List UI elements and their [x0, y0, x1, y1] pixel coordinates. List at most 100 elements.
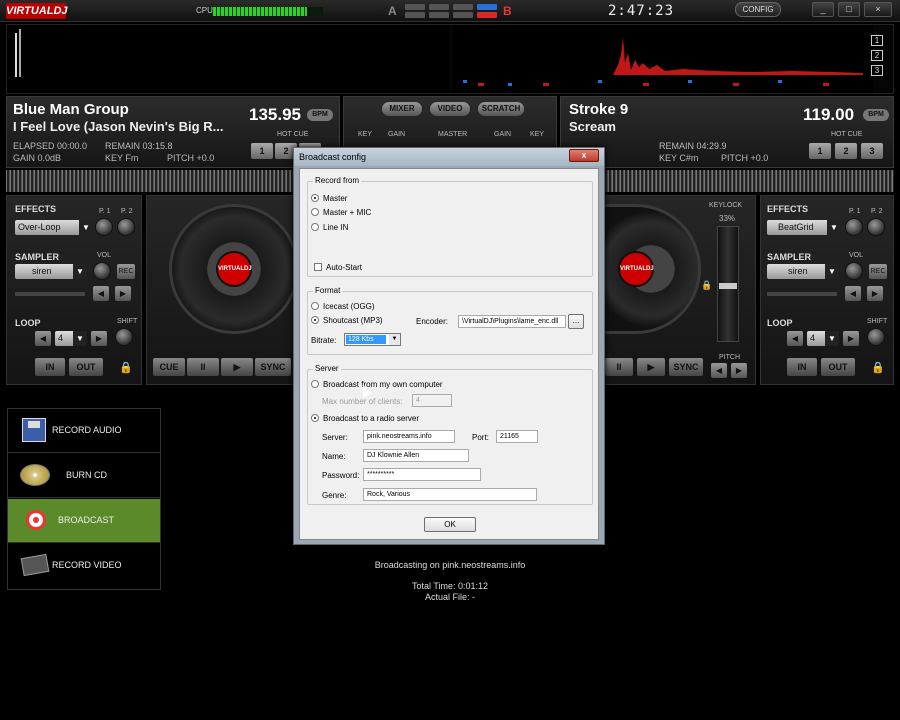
deck-left-loop-out-button[interactable]: OUT [69, 358, 103, 376]
deck-right-sampler-prev[interactable]: ◀ [845, 286, 861, 301]
password-label: Password: [322, 471, 360, 480]
deck-left-hotcue-1[interactable]: 1 [251, 143, 273, 159]
deck-right-sampler-slider[interactable] [767, 292, 837, 296]
menu-burn-cd[interactable]: BURN CD [8, 454, 160, 498]
deck-right-pitch-up[interactable]: ▶ [731, 363, 747, 378]
cpu-label: CPU [196, 6, 213, 15]
deck-right-effect-select[interactable]: BeatGrid ▼ [767, 220, 841, 235]
deck-left-sampler-slider[interactable] [15, 292, 85, 296]
deck-left-loop-prev[interactable]: ◀ [35, 331, 51, 346]
record-from-line-in[interactable]: Line IN [311, 223, 348, 232]
menu-record-video[interactable]: RECORD VIDEO [8, 544, 160, 588]
deck-right-rec-button[interactable]: REC [869, 264, 887, 279]
deck-left-p1-knob[interactable] [95, 218, 113, 236]
deck-right-sampler-select[interactable]: siren ▼ [767, 264, 839, 279]
deck-right-pitch-slider[interactable] [717, 226, 739, 342]
record-from-master[interactable]: Master [311, 194, 347, 203]
deck-left-play-button[interactable]: ▶ [221, 358, 253, 376]
dialog-close-button[interactable]: x [569, 149, 599, 162]
wave-number-1[interactable]: 1 [871, 35, 883, 46]
app-logo: VIRTUALDJ [6, 3, 68, 19]
deck-left-shift-knob[interactable] [115, 328, 133, 346]
waveform-right[interactable] [453, 25, 873, 93]
cpu-meter [213, 7, 323, 16]
broadcast-own-computer-radio[interactable]: Broadcast from my own computer [311, 380, 443, 389]
minimize-button[interactable]: _ [812, 2, 834, 17]
deck-left-cue-button[interactable]: CUE [153, 358, 185, 376]
encoder-browse-button[interactable]: ... [568, 314, 584, 329]
deck-right-loop-out-button[interactable]: OUT [821, 358, 855, 376]
encoder-field[interactable]: \VirtualDJ\Plugins\lame_enc.dll [458, 315, 566, 328]
lock-icon[interactable]: 🔒 [871, 361, 885, 374]
deck-right-loop-prev[interactable]: ◀ [787, 331, 803, 346]
name-field[interactable]: DJ Klownie Allen [363, 449, 469, 462]
deck-left-remain: REMAIN 03:15.8 [105, 141, 173, 151]
deck-left-effect-select[interactable]: Over-Loop ▼ [15, 220, 93, 235]
deck-right-hotcue-3[interactable]: 3 [861, 143, 883, 159]
config-button[interactable]: CONFIG [735, 2, 781, 17]
tab-mixer[interactable]: MIXER [382, 102, 422, 116]
deck-left-platter[interactable]: VIRTUALDJ [169, 204, 299, 334]
deck-right-loop-next[interactable]: ▶ [843, 331, 859, 346]
deck-right-pause-button[interactable]: II [605, 358, 633, 376]
menu-record-video-label: RECORD VIDEO [52, 560, 122, 570]
deck-left-sync-button[interactable]: SYNC [255, 358, 291, 376]
close-button[interactable]: × [864, 2, 892, 17]
deck-right-turntable-area: VIRTUALDJ KEYLOCK 33% 🔒 PITCH II ▶ SYNC … [601, 195, 756, 385]
deck-right-sampler-next[interactable]: ▶ [867, 286, 883, 301]
actual-file: Actual File: - [424, 592, 475, 602]
menu-broadcast[interactable]: BROADCAST [8, 499, 160, 543]
waveform-strip-right[interactable] [600, 170, 894, 192]
format-icecast[interactable]: Icecast (OGG) [311, 302, 375, 311]
bitrate-select[interactable]: 128 Kbs ▼ [344, 333, 401, 346]
dialog-title: Broadcast config [294, 148, 604, 166]
deck-left-loop-in-button[interactable]: IN [35, 358, 65, 376]
deck-right-loop-select[interactable]: 4 ▼ [807, 331, 839, 346]
lock-icon[interactable]: 🔒 [701, 280, 712, 291]
port-field[interactable]: 21165 [496, 430, 538, 443]
password-field[interactable]: ********** [363, 468, 481, 481]
lock-icon[interactable]: 🔒 [119, 361, 133, 374]
deck-right-bpm-tag[interactable]: BPM [863, 109, 889, 121]
tab-scratch[interactable]: SCRATCH [478, 102, 524, 116]
waveform-overview: 1 2 3 [6, 24, 894, 94]
wave-number-2[interactable]: 2 [871, 50, 883, 61]
broadcast-radio-server-radio[interactable]: Broadcast to a radio server [311, 414, 419, 423]
maximize-button[interactable]: □ [838, 2, 860, 17]
deck-left-vol-knob[interactable] [93, 262, 111, 280]
deck-right-hotcue-2[interactable]: 2 [835, 143, 857, 159]
deck-left-loop-next[interactable]: ▶ [91, 331, 107, 346]
wave-number-3[interactable]: 3 [871, 65, 883, 76]
deck-right-hotcue-1[interactable]: 1 [809, 143, 831, 159]
deck-left-info: Blue Man Group I Feel Love (Jason Nevin'… [6, 96, 340, 168]
deck-right-loop-in-button[interactable]: IN [787, 358, 817, 376]
deck-right-p2-knob[interactable] [867, 218, 885, 236]
deck-left-gain: GAIN 0.0dB [13, 153, 62, 163]
max-clients-field[interactable]: 4 [412, 394, 452, 407]
deck-right-pitch-down[interactable]: ◀ [711, 363, 727, 378]
deck-right-play-button[interactable]: ▶ [637, 358, 665, 376]
deck-right-p1-knob[interactable] [845, 218, 863, 236]
deck-right-sync-button[interactable]: SYNC [669, 358, 703, 376]
deck-left-bpm-tag[interactable]: BPM [307, 109, 333, 121]
deck-left-loop-select[interactable]: 4 ▼ [55, 331, 87, 346]
format-shoutcast[interactable]: Shoutcast (MP3) [311, 316, 383, 325]
deck-right-vol-knob[interactable] [845, 262, 863, 280]
genre-field[interactable]: Rock, Various [363, 488, 537, 501]
server-field[interactable]: pink.neostreams.info [363, 430, 455, 443]
deck-left-sampler-next[interactable]: ▶ [115, 286, 131, 301]
deck-left-sampler-select[interactable]: siren ▼ [15, 264, 87, 279]
record-from-master-mic[interactable]: Master + MIC [311, 208, 371, 217]
pitch-slider-handle[interactable] [719, 283, 737, 289]
deck-right-shift-knob[interactable] [867, 328, 885, 346]
waveform-left[interactable] [7, 25, 449, 93]
deck-right-platter[interactable]: VIRTUALDJ [601, 204, 701, 334]
deck-left-sampler-prev[interactable]: ◀ [93, 286, 109, 301]
tab-video[interactable]: VIDEO [430, 102, 470, 116]
deck-left-pause-button[interactable]: II [187, 358, 219, 376]
menu-record-audio[interactable]: RECORD AUDIO [8, 409, 160, 453]
deck-left-rec-button[interactable]: REC [117, 264, 135, 279]
deck-left-p2-knob[interactable] [117, 218, 135, 236]
ok-button[interactable]: OK [424, 517, 476, 532]
auto-start-checkbox[interactable]: Auto-Start [314, 263, 362, 272]
